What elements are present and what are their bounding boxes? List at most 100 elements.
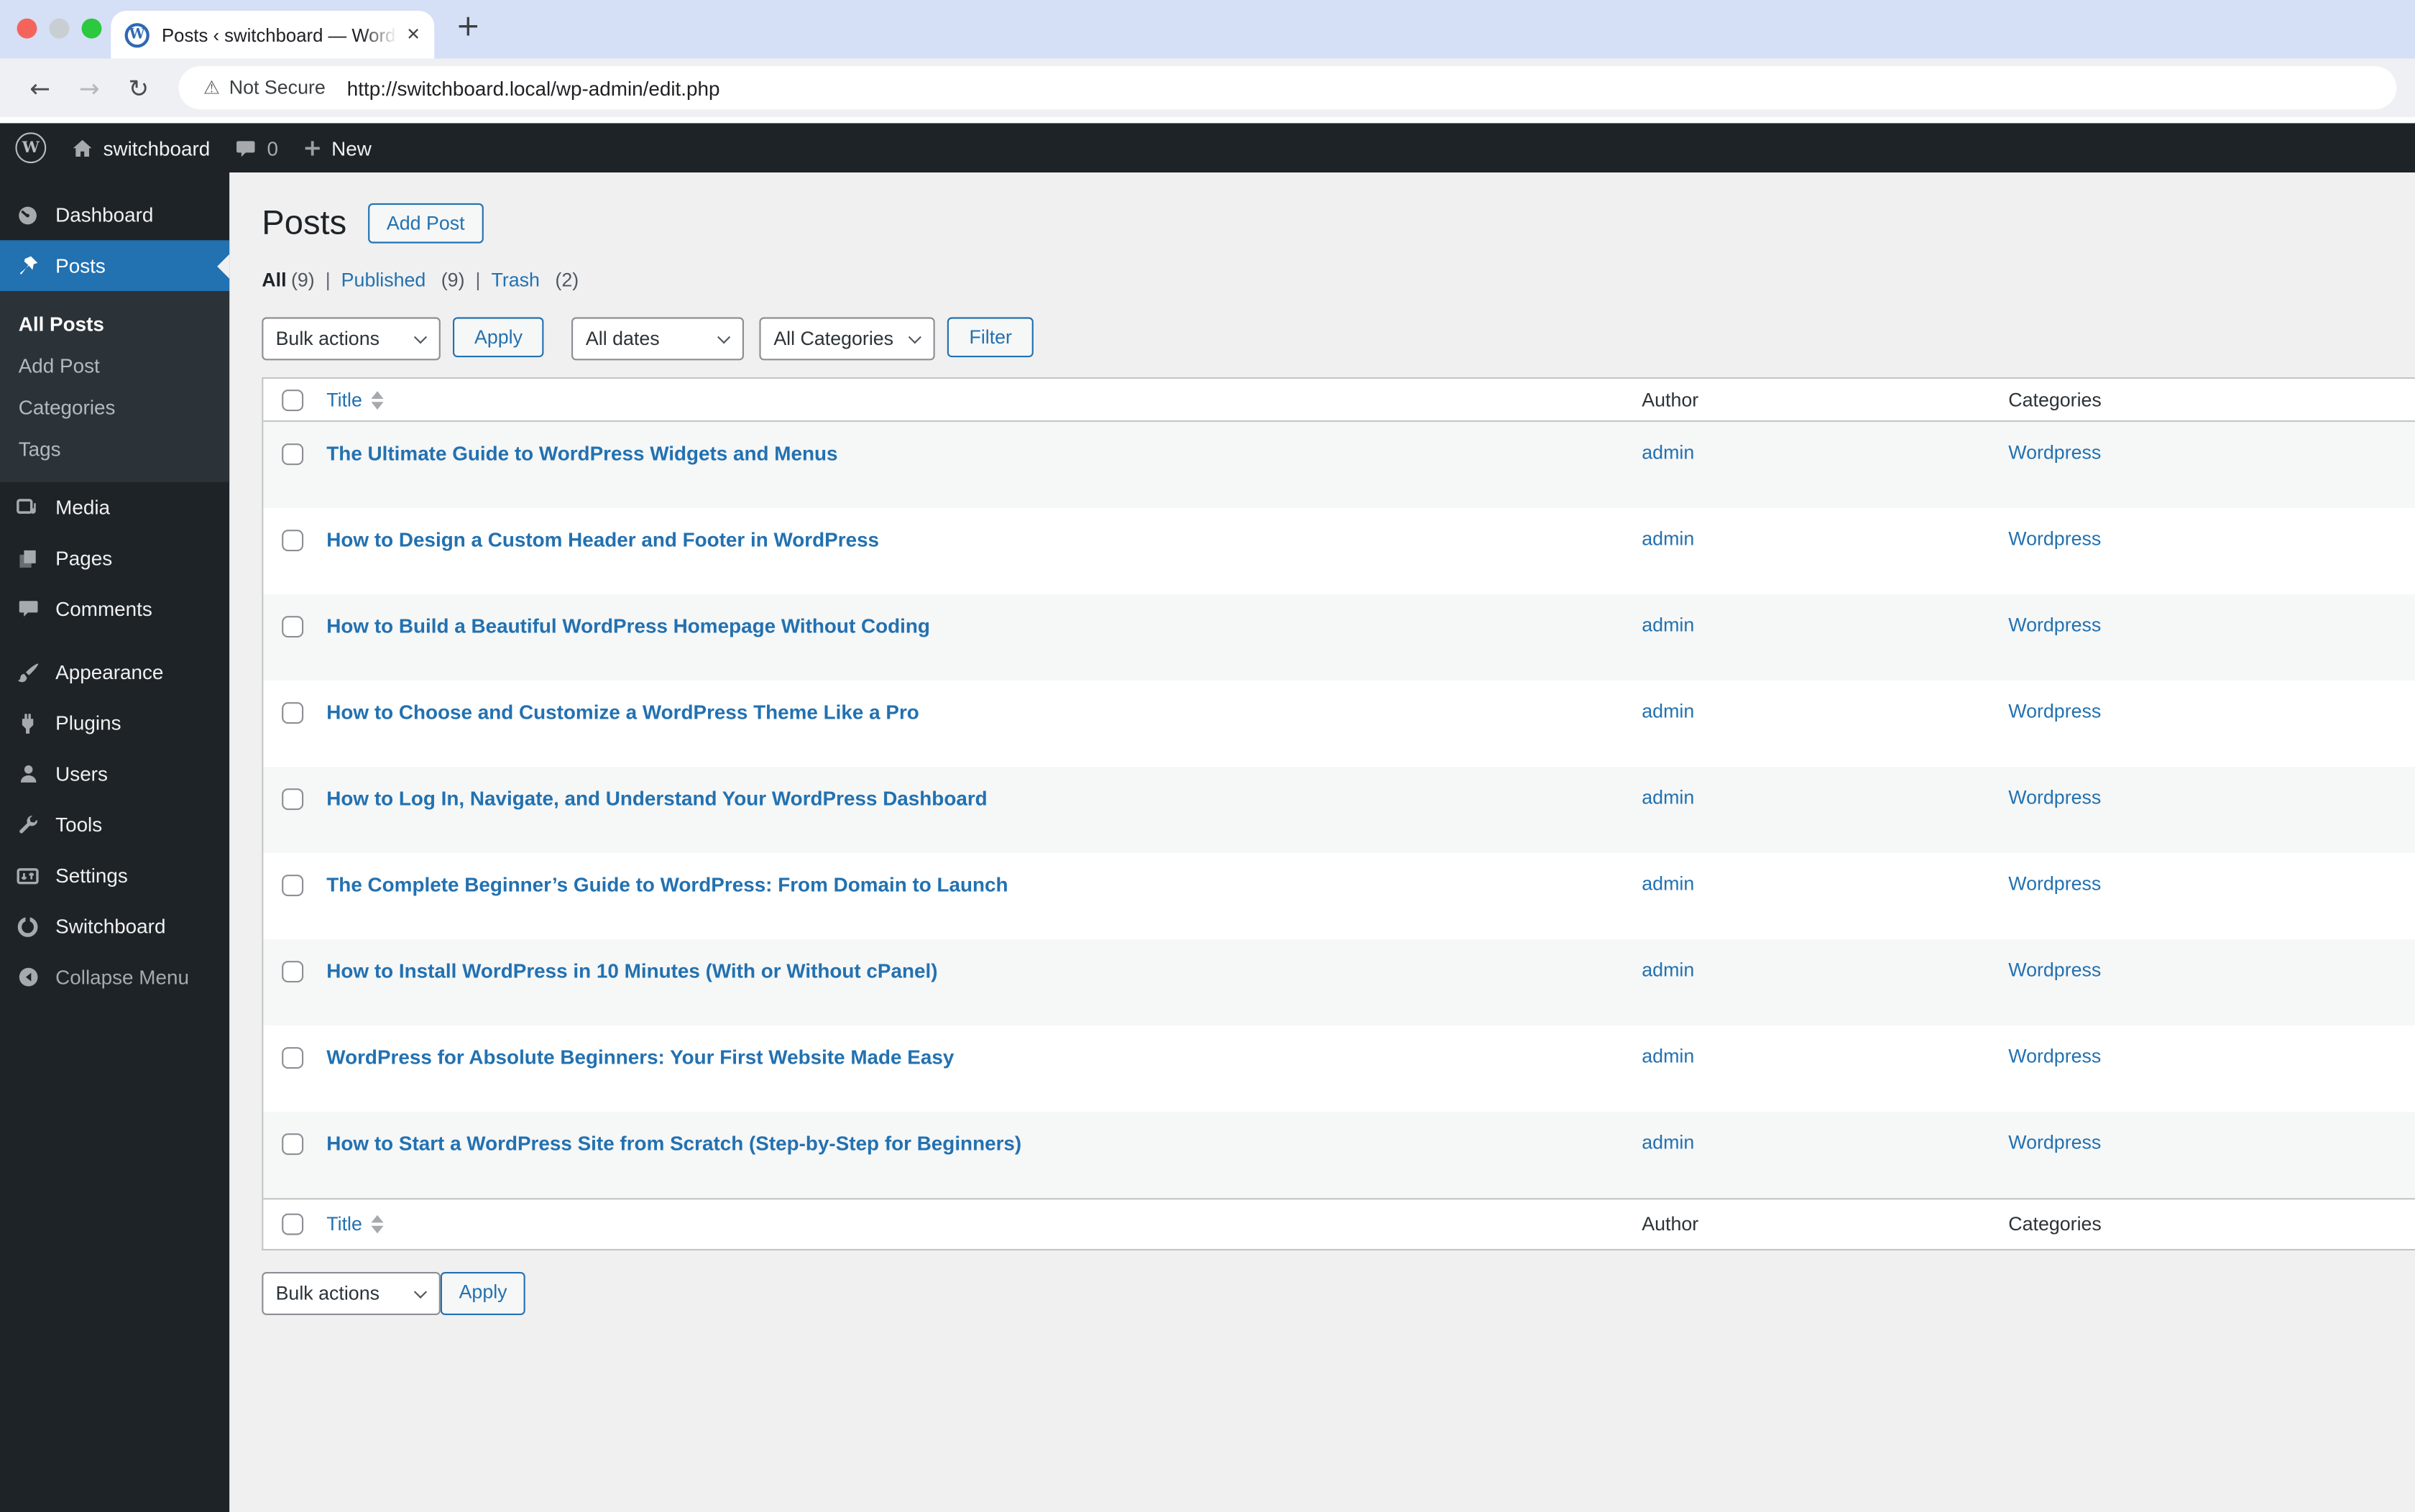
bulk-actions-select[interactable]: Bulk actions [262,317,441,361]
post-title-link[interactable]: The Ultimate Guide to WordPress Widgets … [326,442,837,465]
back-icon[interactable]: ← [19,73,62,103]
row-checkbox[interactable] [282,530,304,552]
sidebar-item-appearance[interactable]: Appearance [0,647,229,698]
sidebar-item-media[interactable]: Media [0,482,229,533]
post-category-link[interactable]: Wordpress [2008,614,2101,636]
post-author-link[interactable]: admin [1642,959,1694,981]
bulk-actions-select-bottom[interactable]: Bulk actions [262,1272,441,1315]
collapse-menu-label: Collapse Menu [55,965,189,989]
title-sort-link[interactable]: Title [326,1214,384,1235]
submenu-item-categories[interactable]: Categories [0,387,229,428]
sidebar-item-comments[interactable]: Comments [0,584,229,635]
page-title: Posts [262,203,347,242]
title-sort-link[interactable]: Title [326,389,384,410]
apply-button[interactable]: Apply [453,317,545,358]
url-text[interactable]: http://switchboard.local/wp-admin/edit.p… [347,76,720,99]
sidebar-item-label: Appearance [55,660,164,684]
dates-filter-select[interactable]: All dates [571,317,745,361]
bottom-bulk-controls: Bulk actions Apply [262,1272,2415,1315]
forward-icon[interactable]: → [68,73,111,103]
zoom-window-button[interactable] [81,18,102,39]
sidebar-item-tools[interactable]: Tools [0,799,229,850]
wp-admin-menu: Dashboard Posts All Posts Add Post Categ… [0,172,230,1512]
admin-bar-site-name[interactable]: switchboard [71,136,211,160]
table-row: How to Design a Custom Header and Footer… [263,508,2415,595]
row-checkbox[interactable] [282,875,304,897]
submenu-item-add-post[interactable]: Add Post [0,345,229,387]
post-author-link[interactable]: admin [1642,442,1694,464]
post-author-link[interactable]: admin [1642,528,1694,550]
filter-button[interactable]: Filter [947,317,1034,358]
row-checkbox[interactable] [282,961,304,983]
sidebar-item-settings[interactable]: Settings [0,850,229,901]
post-category-link[interactable]: Wordpress [2008,959,2101,981]
sidebar-item-label: Media [55,496,111,520]
row-checkbox[interactable] [282,616,304,638]
post-title-link[interactable]: How to Start a WordPress Site from Scrat… [326,1132,1021,1155]
apply-button-bottom[interactable]: Apply [440,1272,526,1315]
select-all-checkbox[interactable] [282,389,304,411]
categories-filter-select[interactable]: All Categories [760,317,936,361]
submenu-item-tags[interactable]: Tags [0,428,229,470]
post-title-link[interactable]: How to Install WordPress in 10 Minutes (… [326,959,937,982]
view-count: (2) [555,269,579,291]
post-author-link[interactable]: admin [1642,787,1694,808]
post-title-link[interactable]: How to Choose and Customize a WordPress … [326,701,919,724]
admin-bar-new[interactable]: + New [303,134,372,162]
post-title-link[interactable]: How to Build a Beautiful WordPress Homep… [326,614,930,637]
row-checkbox[interactable] [282,443,304,466]
post-category-link[interactable]: Wordpress [2008,787,2101,808]
submenu-item-all-posts[interactable]: All Posts [0,303,229,345]
view-published-link[interactable]: Published [341,269,426,291]
sidebar-item-pages[interactable]: Pages [0,533,229,584]
new-label: New [331,136,372,160]
admin-bar-comments[interactable]: 0 [235,136,279,160]
row-checkbox[interactable] [282,1133,304,1156]
row-checkbox[interactable] [282,1047,304,1069]
view-trash-link[interactable]: Trash [491,269,540,291]
post-category-link[interactable]: Wordpress [2008,442,2101,464]
screen: W Posts ‹ switchboard — WordP ✕ + ← → ↻ … [0,0,2415,1512]
security-label[interactable]: Not Secure [229,77,326,98]
post-category-link[interactable]: Wordpress [2008,701,2101,722]
post-category-link[interactable]: Wordpress [2008,873,2101,895]
post-author-link[interactable]: admin [1642,614,1694,636]
wordpress-logo-icon[interactable]: W [15,132,47,164]
post-author-link[interactable]: admin [1642,873,1694,895]
post-category-link[interactable]: Wordpress [2008,528,2101,550]
site-name-label: switchboard [103,136,211,160]
new-tab-button[interactable]: + [456,9,480,43]
post-title-link[interactable]: How to Log In, Navigate, and Understand … [326,787,987,810]
post-title-link[interactable]: How to Design a Custom Header and Footer… [326,528,879,551]
reload-icon[interactable]: ↻ [117,73,160,103]
select-all-checkbox[interactable] [282,1213,304,1235]
collapse-arrow-icon [0,966,55,989]
post-author-link[interactable]: admin [1642,1132,1694,1153]
row-checkbox[interactable] [282,788,304,811]
address-bar[interactable]: ⚠ Not Secure http://switchboard.local/wp… [178,66,2397,110]
sidebar-item-label: Dashboard [55,203,154,226]
sort-arrows-icon [371,1214,384,1234]
row-checkbox[interactable] [282,702,304,724]
sidebar-item-plugins[interactable]: Plugins [0,698,229,749]
add-post-button[interactable]: Add Post [368,203,484,244]
minimize-window-button[interactable] [49,18,70,39]
browser-tab[interactable]: W Posts ‹ switchboard — WordP ✕ [111,11,435,59]
sidebar-item-switchboard[interactable]: Switchboard [0,901,229,952]
sidebar-item-dashboard[interactable]: Dashboard [0,190,229,241]
post-author-link[interactable]: admin [1642,701,1694,722]
wordpress-favicon-icon: W [124,22,150,47]
sidebar-item-posts[interactable]: Posts [0,240,230,291]
close-window-button[interactable] [17,18,37,39]
sidebar-item-collapse-menu[interactable]: Collapse Menu [0,951,229,1002]
post-author-link[interactable]: admin [1642,1046,1694,1067]
sidebar-item-users[interactable]: Users [0,748,229,799]
comment-count: 0 [267,136,279,160]
tab-close-icon[interactable]: ✕ [406,24,420,45]
post-category-link[interactable]: Wordpress [2008,1046,2101,1067]
post-category-link[interactable]: Wordpress [2008,1132,2101,1153]
post-title-link[interactable]: WordPress for Absolute Beginners: Your F… [326,1046,954,1069]
sidebar-item-label: Switchboard [55,914,166,938]
post-title-link[interactable]: The Complete Beginner’s Guide to WordPre… [326,873,1008,896]
view-all-link[interactable]: All (9) [262,269,314,291]
